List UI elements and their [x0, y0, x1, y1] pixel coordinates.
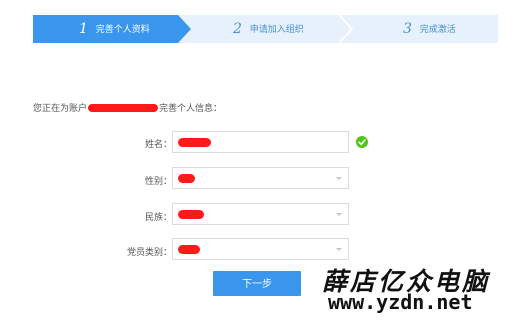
- step-3-number: 3: [403, 21, 412, 37]
- party-category-select[interactable]: [172, 238, 349, 260]
- step-2-3-divider: [338, 15, 354, 43]
- chevron-down-icon: [336, 248, 342, 251]
- check-circle-icon: [356, 136, 368, 148]
- step-3: 3 完成激活: [403, 15, 456, 43]
- ethnicity-select[interactable]: [172, 203, 349, 225]
- step-2: 2 申请加入组织: [233, 15, 304, 43]
- info-prefix: 您正在为账户: [33, 104, 88, 114]
- chevron-down-icon: [336, 177, 342, 180]
- watermark-url: www.yzdn.net: [328, 290, 473, 314]
- gender-label: 性别：: [144, 177, 172, 187]
- name-input[interactable]: [172, 131, 349, 153]
- name-value-redaction: [178, 138, 211, 147]
- gender-select[interactable]: [172, 167, 349, 189]
- name-label: 姓名：: [144, 140, 172, 150]
- party-category-label: 党员类别：: [126, 248, 172, 258]
- ethnicity-label: 民族：: [144, 213, 172, 223]
- step-progress-bar: 1 完善个人资料 2 申请加入组织 3 完成激活: [33, 15, 498, 43]
- step-1-label: 完善个人资料: [95, 25, 150, 35]
- step-2-label: 申请加入组织: [249, 25, 304, 35]
- step-1: 1 完善个人资料: [79, 15, 150, 43]
- account-redaction: [88, 104, 159, 112]
- ethnicity-value-redaction: [178, 210, 204, 219]
- info-suffix: 完善个人信息：: [159, 104, 223, 114]
- chevron-down-icon: [336, 213, 342, 216]
- step-2-number: 2: [233, 21, 242, 37]
- party-value-redaction: [178, 245, 200, 254]
- account-info-text: 您正在为账户 完善个人信息：: [33, 101, 222, 114]
- next-step-button[interactable]: 下一步: [213, 271, 301, 296]
- gender-value-redaction: [178, 174, 195, 183]
- step-3-label: 完成激活: [419, 25, 456, 35]
- step-1-number: 1: [79, 21, 88, 37]
